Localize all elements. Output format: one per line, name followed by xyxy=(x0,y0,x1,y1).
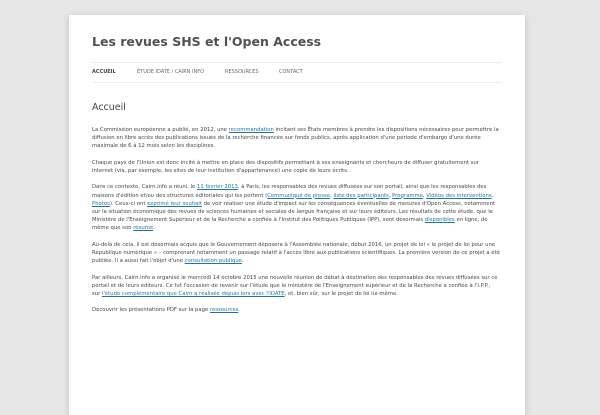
link-consultation-publique[interactable]: consultation publique xyxy=(185,258,242,264)
link-exprime-leur-souhait[interactable]: exprimé leur souhait xyxy=(147,201,202,207)
link-resume[interactable]: résumé xyxy=(133,225,153,231)
page-container: Les revues SHS et l'Open Access Accueil … xyxy=(69,15,525,415)
link-etude-complementaire[interactable]: l'étude complémentaire que Cairn a réali… xyxy=(102,291,285,297)
text: . xyxy=(241,258,244,265)
text: . xyxy=(153,225,155,232)
paragraph-5: Par ailleurs, Cairn.info a organisé le m… xyxy=(92,274,500,299)
paragraph-6: Découvrir les présentations PDF sur la p… xyxy=(92,306,500,314)
link-liste-des-participants[interactable]: liste des participants xyxy=(333,193,388,199)
link-disponibles[interactable]: disponibles xyxy=(425,217,455,223)
text: Découvrir les présentations PDF sur la p… xyxy=(92,307,210,314)
text: ). Ceux-ci ont xyxy=(109,200,148,207)
main-navigation: Accueil Étude IDATE / Cairn Info Ressour… xyxy=(92,62,502,83)
page-content: La Commission européenne a publié, en 20… xyxy=(92,126,500,323)
text: Dans ce contexte, Cairn.info a réuni, le xyxy=(92,184,197,191)
text: . xyxy=(238,307,241,314)
paragraph-4: Au-delà de cela, il est désormais acquis… xyxy=(92,241,500,266)
page-title: Accueil xyxy=(92,102,126,113)
nav-item-etude-idate[interactable]: Étude IDATE / Cairn Info xyxy=(137,69,204,75)
link-11-fevrier-2013[interactable]: 11 février 2013 xyxy=(197,184,238,190)
link-communique-de-presse[interactable]: Communiqué de presse xyxy=(267,193,330,199)
text: Au-delà de cela, il est désormais acquis… xyxy=(92,241,500,265)
link-programme[interactable]: Programme xyxy=(392,193,423,199)
site-title[interactable]: Les revues SHS et l'Open Access xyxy=(92,34,321,49)
text: La Commission européenne a publié, en 20… xyxy=(92,127,229,133)
text: , et, bien sûr, sur le projet de loi lui… xyxy=(284,291,398,297)
paragraph-1: La Commission européenne a publié, en 20… xyxy=(92,126,500,151)
link-photos[interactable]: Photos xyxy=(92,201,110,207)
nav-item-accueil[interactable]: Accueil xyxy=(92,69,116,75)
link-ressources[interactable]: ressources xyxy=(210,307,238,313)
nav-item-contact[interactable]: Contact xyxy=(279,69,303,75)
link-recommandation[interactable]: recommandation xyxy=(229,127,274,133)
text: , xyxy=(491,192,494,199)
link-videos-des-interventions[interactable]: Vidéos des interventions xyxy=(426,193,491,199)
text: Chaque pays de l'Union est donc incité à… xyxy=(92,159,480,174)
paragraph-3: Dans ce contexte, Cairn.info a réuni, le… xyxy=(92,183,500,232)
nav-item-ressources[interactable]: Ressources xyxy=(225,69,259,75)
paragraph-2: Chaque pays de l'Union est donc incité à… xyxy=(92,159,500,175)
